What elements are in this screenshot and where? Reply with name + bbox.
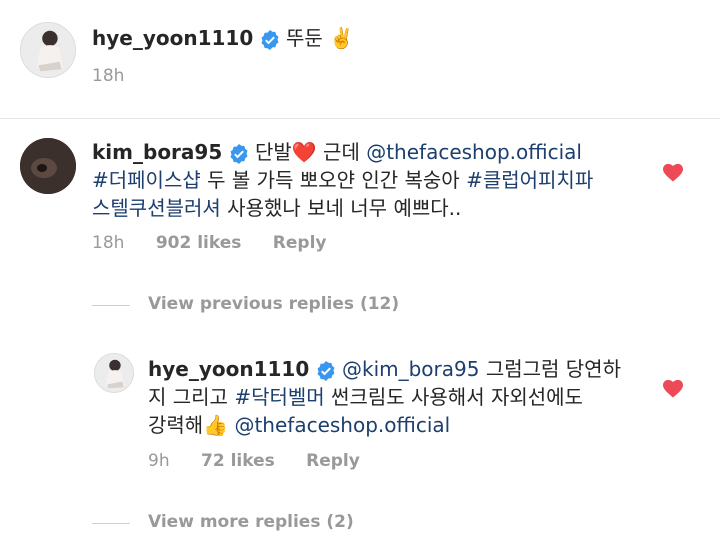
mention-link[interactable]: @thefaceshop.official: [366, 140, 582, 164]
avatar-photo: [95, 354, 133, 392]
replies-divider: [92, 305, 130, 306]
verified-badge-icon: [316, 360, 336, 381]
mention-link[interactable]: @thefaceshop.official: [234, 413, 450, 437]
caption-timestamp: 18h: [92, 66, 125, 86]
replies-divider: [92, 523, 130, 524]
comment-body: kim_bora95 단발❤️ 근데 @thefaceshop.official…: [92, 138, 652, 222]
avatar[interactable]: [20, 138, 76, 194]
reply-button[interactable]: Reply: [306, 451, 360, 471]
verified-badge-icon: [260, 29, 280, 50]
comment-likes[interactable]: 902 likes: [156, 233, 242, 253]
caption-line: hye_yoon1110 뚜둔 ✌️: [92, 24, 354, 52]
comment-seg: 근데: [316, 140, 367, 164]
reply-seg: 지 그리고: [148, 385, 235, 409]
avatar-photo: [21, 23, 75, 77]
reply-timestamp: 9h: [148, 451, 170, 471]
reply-button[interactable]: Reply: [273, 233, 327, 253]
reply-meta: 9h 72 likes Reply: [148, 451, 360, 471]
comment-line: #더페이스샵 두 볼 가득 뽀오얀 인간 복숭아 #클럽어피치파: [92, 166, 652, 194]
avatar-photo: [20, 138, 76, 194]
victory-hand-icon: ✌️: [329, 26, 355, 50]
view-more-replies-link[interactable]: View more replies (2): [148, 512, 354, 532]
comment-line: 스텔쿠션블러셔 사용했나 보네 너무 예쁘다..: [92, 194, 652, 222]
thumbs-up-icon: 👍: [203, 413, 229, 437]
caption-text: 뚜둔: [285, 26, 323, 50]
hashtag-link[interactable]: 스텔쿠션블러셔: [92, 196, 221, 220]
reply-seg: 강력해: [148, 413, 204, 437]
view-previous-replies-link[interactable]: View previous replies (12): [148, 294, 399, 314]
like-heart-icon[interactable]: [662, 378, 684, 398]
hashtag-link[interactable]: #클럽어피치파: [466, 168, 593, 192]
comment-timestamp: 18h: [92, 233, 125, 253]
like-heart-icon[interactable]: [662, 162, 684, 182]
verified-badge-icon: [229, 143, 249, 164]
comment-meta: 18h 902 likes Reply: [92, 233, 326, 253]
comment-username[interactable]: kim_bora95: [92, 140, 222, 164]
reply-likes[interactable]: 72 likes: [201, 451, 275, 471]
hashtag-link[interactable]: #닥터벨머: [234, 385, 324, 409]
avatar[interactable]: [20, 22, 76, 78]
caption-username[interactable]: hye_yoon1110: [92, 26, 253, 50]
comment-seg: 단발: [254, 140, 292, 164]
comment-seg: 사용했나 보네 너무 예쁘다..: [220, 196, 462, 220]
reply-body: hye_yoon1110 @kim_bora95 그럼그럼 당연하 지 그리고 …: [148, 355, 648, 439]
red-heart-icon: ❤️: [291, 140, 317, 164]
reply-line: 강력해👍 @thefaceshop.official: [148, 411, 648, 439]
reply-line: hye_yoon1110 @kim_bora95 그럼그럼 당연하: [148, 355, 648, 383]
comment-seg: 두 볼 가득 뽀오얀 인간 복숭아: [200, 168, 467, 192]
reply-seg: 썬크림도 사용해서 자외선에도: [324, 385, 583, 409]
reply-username[interactable]: hye_yoon1110: [148, 357, 309, 381]
hashtag-link[interactable]: #더페이스샵: [92, 168, 201, 192]
mention-link[interactable]: @kim_bora95: [342, 357, 479, 381]
comment-line: kim_bora95 단발❤️ 근데 @thefaceshop.official: [92, 138, 652, 166]
reply-seg: 그럼그럼 당연하: [479, 357, 621, 381]
section-divider: [0, 118, 720, 119]
avatar[interactable]: [94, 353, 134, 393]
reply-line: 지 그리고 #닥터벨머 썬크림도 사용해서 자외선에도: [148, 383, 648, 411]
